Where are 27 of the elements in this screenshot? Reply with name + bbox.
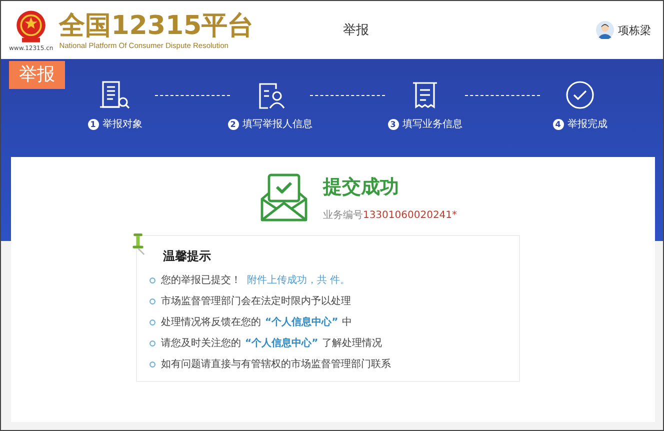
tip-text: 您的举报已提交！ 附件上传成功，共 件。 xyxy=(161,274,350,287)
avatar-icon[interactable] xyxy=(596,21,614,39)
tip-text: 如有问题请直接与有管辖权的市场监督管理部门联系 xyxy=(161,358,391,371)
nav-link[interactable]: 举报 xyxy=(343,21,369,39)
step-number: 3 xyxy=(388,118,398,130)
step-number: 2 xyxy=(228,118,238,130)
tips-title: 温馨提示 xyxy=(163,248,212,265)
envelope-check-icon xyxy=(258,173,309,223)
bullet-icon xyxy=(149,318,156,326)
step-label: 填写业务信息 xyxy=(402,118,462,131)
bullet-icon xyxy=(149,298,156,304)
bullet-icon xyxy=(149,360,156,368)
success-title: 提交成功 xyxy=(322,175,400,200)
step-label: 举报对象 xyxy=(102,118,142,131)
bullet-icon xyxy=(149,340,156,346)
step-label: 举报完成 xyxy=(568,118,608,131)
user-name[interactable]: 项栋梁 xyxy=(618,22,651,38)
bullet-icon xyxy=(149,276,156,284)
business-number: 业务编号13301060020241* xyxy=(322,208,458,222)
tip-text: 请您及时关注您的 “个人信息中心” 了解处理情况 xyxy=(161,336,382,350)
logo-title: 全国12315平台 xyxy=(59,10,254,40)
step-number: 4 xyxy=(552,118,564,130)
pushpin-icon xyxy=(131,232,145,256)
tip-text: 市场监督管理部门会在法定时限内予以处理 xyxy=(161,294,351,308)
step-label: 填写举报人信息 xyxy=(242,118,312,131)
step-number: 1 xyxy=(88,118,98,130)
tip-text: 处理情况将反馈在您的 “个人信息中心” 中 xyxy=(161,315,352,329)
